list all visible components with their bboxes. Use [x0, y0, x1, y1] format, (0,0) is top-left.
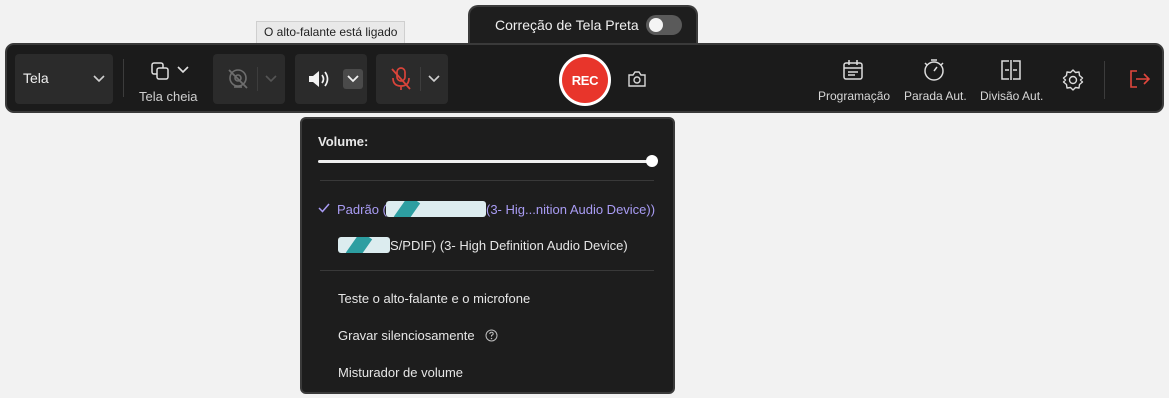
output-device-item[interactable]: S/PDIF) (3- High Definition Audio Device… [316, 235, 664, 257]
black-correction-label: Correção de Tela Preta [495, 17, 639, 33]
microphone-button[interactable] [376, 54, 448, 104]
schedule-label: Programação [818, 89, 891, 103]
chevron-down-icon [93, 75, 105, 83]
group-divider [420, 67, 421, 91]
toggle-knob [649, 18, 663, 32]
checkmark-icon [318, 203, 330, 213]
device-label-end: (3- Hig...nition Audio Device)) [486, 202, 656, 217]
stopwatch-icon [924, 59, 944, 81]
volume-slider-thumb[interactable] [646, 155, 658, 167]
screen-mode-value: Tela [23, 70, 49, 86]
test-speaker-mic-item[interactable]: Teste o alto-falante e o microfone [338, 291, 530, 306]
microphone-off-icon [391, 67, 411, 90]
redacted-region [386, 201, 486, 217]
auto-split-label: Divisão Aut. [980, 89, 1044, 103]
silent-record-item[interactable]: Gravar silenciosamente [338, 328, 475, 343]
gear-icon[interactable] [1061, 68, 1085, 92]
region-select-icon[interactable] [151, 62, 169, 80]
webcam-button[interactable] [213, 54, 285, 104]
calendar-icon [843, 60, 863, 80]
speaker-button[interactable] [295, 54, 367, 104]
toolbar-separator [123, 59, 124, 97]
record-button[interactable]: REC [562, 57, 608, 103]
black-correction-bar: Correção de Tela Preta [468, 5, 698, 45]
auto-stop-button[interactable]: Parada Aut. [900, 55, 967, 105]
auto-split-button[interactable]: Divisão Aut. [975, 55, 1047, 105]
chevron-down-icon[interactable] [177, 66, 189, 74]
chevron-down-icon[interactable] [428, 75, 440, 83]
exit-icon[interactable] [1129, 69, 1151, 89]
device-label-end: S/PDIF) (3- High Definition Audio Device… [390, 238, 628, 253]
volume-label: Volume: [318, 134, 369, 149]
schedule-button[interactable]: Programação [815, 55, 891, 105]
volume-mixer-item[interactable]: Misturador de volume [338, 365, 463, 380]
screen-mode-dropdown[interactable]: Tela [15, 54, 113, 104]
recorder-toolbar: Tela Tela cheia REC Programação Parada A… [5, 43, 1164, 113]
volume-slider-track[interactable] [318, 160, 652, 163]
redacted-region [338, 237, 390, 253]
group-divider [257, 67, 258, 91]
speaker-menu: Volume: Padrão ( (3- Hig...nition Audio … [300, 117, 675, 394]
chevron-down-icon [347, 75, 359, 83]
chevron-down-icon[interactable] [265, 75, 277, 83]
fullscreen-label: Tela cheia [139, 89, 198, 104]
speaker-on-icon [309, 71, 329, 87]
speaker-dropdown-button[interactable] [343, 69, 363, 89]
toolbar-separator [1104, 61, 1105, 99]
menu-divider [320, 270, 654, 271]
split-icon [1001, 60, 1021, 80]
camera-icon[interactable] [628, 71, 646, 87]
speaker-tooltip: O alto-falante está ligado [256, 21, 406, 44]
output-device-item[interactable]: Padrão ( (3- Hig...nition Audio Device)) [316, 199, 664, 221]
record-button-ring[interactable]: REC [559, 54, 611, 106]
auto-stop-label: Parada Aut. [904, 89, 967, 103]
menu-divider [320, 180, 654, 181]
help-icon[interactable] [485, 329, 498, 342]
black-correction-toggle[interactable] [646, 15, 682, 35]
webcam-off-icon [228, 69, 248, 89]
device-label-start: Padrão ( [337, 202, 387, 217]
